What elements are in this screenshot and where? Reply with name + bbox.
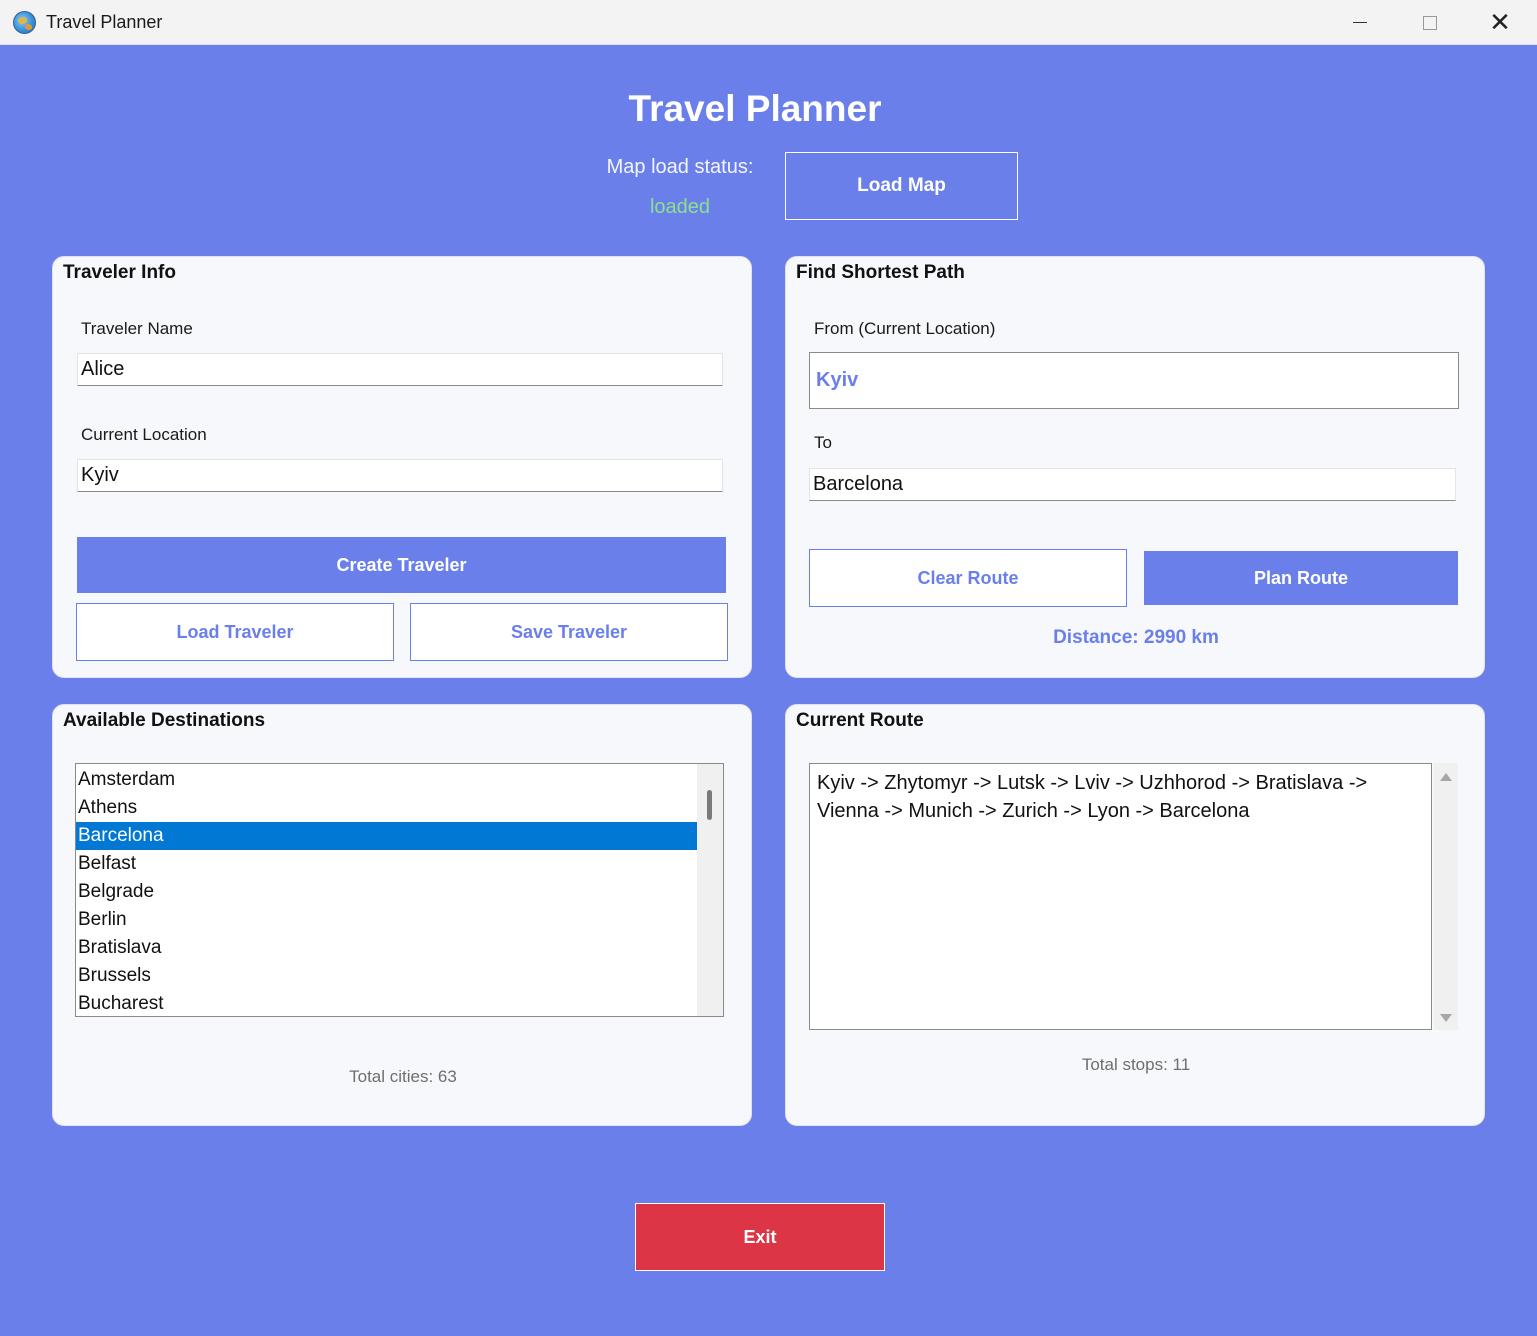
plan-route-button[interactable]: Plan Route <box>1144 551 1458 605</box>
scroll-up-icon[interactable] <box>1440 773 1452 781</box>
panel-title: Available Destinations <box>63 710 266 731</box>
scrollbar-thumb[interactable] <box>707 790 712 820</box>
route-scrollbar[interactable] <box>1434 763 1458 1030</box>
close-button[interactable]: ✕ <box>1465 0 1535 45</box>
from-location-display: Kyiv <box>809 352 1459 409</box>
route-textbox[interactable]: Kyiv -> Zhytomyr -> Lutsk -> Lviv -> Uzh… <box>809 763 1432 1030</box>
scroll-down-icon[interactable] <box>1440 1014 1452 1022</box>
list-item[interactable]: Brussels <box>76 962 697 990</box>
list-item[interactable]: Berlin <box>76 906 697 934</box>
create-traveler-button[interactable]: Create Traveler <box>77 537 726 593</box>
load-map-button[interactable]: Load Map <box>785 152 1018 220</box>
list-item[interactable]: Bratislava <box>76 934 697 962</box>
page-title: Travel Planner <box>628 88 882 129</box>
map-status-label: Map load status: <box>606 156 754 178</box>
clear-route-button[interactable]: Clear Route <box>809 549 1127 607</box>
panel-title: Traveler Info <box>63 262 176 283</box>
total-stops-text: Total stops: 11 <box>1081 1055 1191 1074</box>
list-item[interactable]: Bucharest <box>76 990 697 1016</box>
current-location-input[interactable]: Kyiv <box>77 459 723 492</box>
distance-text: Distance: 2990 km <box>1053 627 1219 648</box>
title-bar: Travel Planner ✕ <box>0 0 1537 45</box>
list-item[interactable]: Amsterdam <box>76 766 697 794</box>
traveler-name-label: Traveler Name <box>81 319 193 338</box>
list-item[interactable]: Belgrade <box>76 878 697 906</box>
load-traveler-button[interactable]: Load Traveler <box>76 603 394 661</box>
from-label: From (Current Location) <box>814 319 996 338</box>
maximize-icon <box>1423 15 1437 30</box>
globe-icon <box>13 11 36 34</box>
traveler-name-input[interactable]: Alice <box>77 353 723 386</box>
minimize-icon <box>1353 22 1367 23</box>
exit-button[interactable]: Exit <box>635 1203 885 1271</box>
shortest-path-panel: Find Shortest Path From (Current Locatio… <box>785 256 1485 678</box>
destinations-panel: Available Destinations Amsterdam Athens … <box>52 704 752 1126</box>
list-item-selected[interactable]: Barcelona <box>76 822 697 850</box>
traveler-info-panel: Traveler Info Traveler Name Alice Curren… <box>52 256 752 678</box>
destinations-scrollbar[interactable] <box>697 764 723 1016</box>
to-label: To <box>814 433 832 452</box>
map-status-value: loaded <box>649 196 711 218</box>
current-route-panel: Current Route Kyiv -> Zhytomyr -> Lutsk … <box>785 704 1485 1126</box>
destinations-listbox[interactable]: Amsterdam Athens Barcelona Belfast Belgr… <box>75 763 724 1017</box>
maximize-button[interactable] <box>1395 0 1465 45</box>
list-item[interactable]: Belfast <box>76 850 697 878</box>
panel-title: Current Route <box>796 710 924 731</box>
minimize-button[interactable] <box>1325 0 1395 45</box>
close-icon: ✕ <box>1489 7 1511 37</box>
window-title: Travel Planner <box>46 12 163 32</box>
list-item[interactable]: Athens <box>76 794 697 822</box>
total-cities-text: Total cities: 63 <box>349 1067 457 1086</box>
save-traveler-button[interactable]: Save Traveler <box>410 603 728 661</box>
to-destination-input[interactable]: Barcelona <box>809 468 1456 501</box>
current-location-label: Current Location <box>81 425 207 444</box>
panel-title: Find Shortest Path <box>796 262 965 283</box>
